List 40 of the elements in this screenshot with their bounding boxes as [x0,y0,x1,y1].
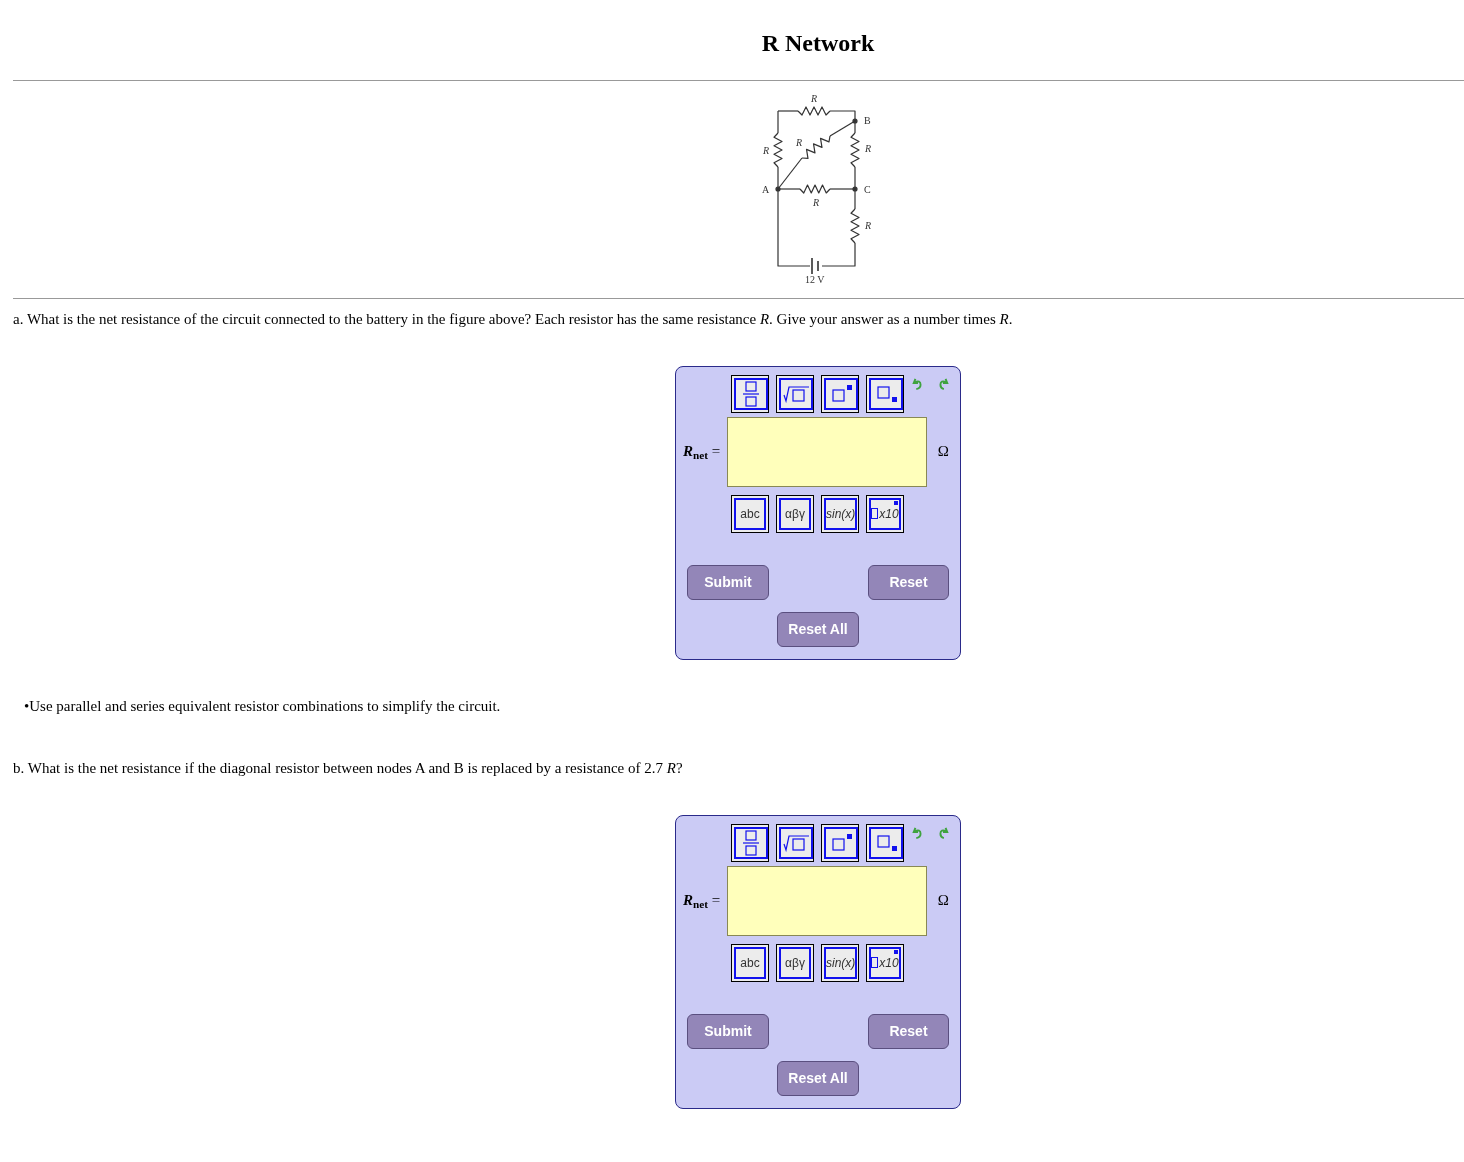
resistor-label: R [811,93,818,104]
template-button[interactable] [821,823,859,862]
palette-button[interactable]: sin(x) [821,943,859,982]
answer-field[interactable] [726,865,927,936]
template-button[interactable] [866,823,904,862]
exponent-icon [894,949,898,954]
node-label: A [762,184,770,195]
template-button[interactable] [776,374,814,413]
exponent-icon [894,500,898,505]
palette-button[interactable]: abc [731,494,769,533]
answer-label: R$_{net}$ = [683,891,722,912]
palette-button[interactable]: x10 [866,943,904,982]
template-button[interactable] [731,374,769,413]
palette-button[interactable]: x10 [866,494,904,533]
template-button[interactable] [821,374,859,413]
resistor-label: R [763,145,770,156]
palette-button[interactable]: sin(x) [821,494,859,533]
template-button[interactable] [731,823,769,862]
battery-label: 12 V [805,274,825,285]
palette-button[interactable]: abc [731,943,769,982]
template-button[interactable] [866,374,904,413]
resistor-label: R [865,220,872,231]
unit-label: Ω [937,891,949,911]
resistor-label: R [813,197,820,208]
answer-label: R$_{net}$ = [683,442,722,463]
resistor-label: R [865,143,872,154]
palette-button[interactable]: αβγ [776,943,814,982]
question-text: a. What is the net resistance of the circuit connected to the battery in the figure above? Each resistor has the same resistance R. Give your answer as a number times R. [13,310,1013,329]
box-icon [871,957,879,968]
node-label: B [864,115,871,126]
unit-label: Ω [937,442,949,462]
resistor-label: R [796,137,803,148]
question-text: b. What is the net resistance if the diagonal resistor between nodes A and B is replaced by a resistance of 2.7 R? [13,759,683,778]
template-button[interactable] [776,823,814,862]
node-label: C [864,184,871,195]
box-icon [871,508,879,519]
page-title: R Network [760,29,876,58]
answer-field[interactable] [726,416,927,487]
palette-button[interactable]: αβγ [776,494,814,533]
hint-text: •Use parallel and series equivalent resistor combinations to simplify the circuit. [24,696,501,716]
